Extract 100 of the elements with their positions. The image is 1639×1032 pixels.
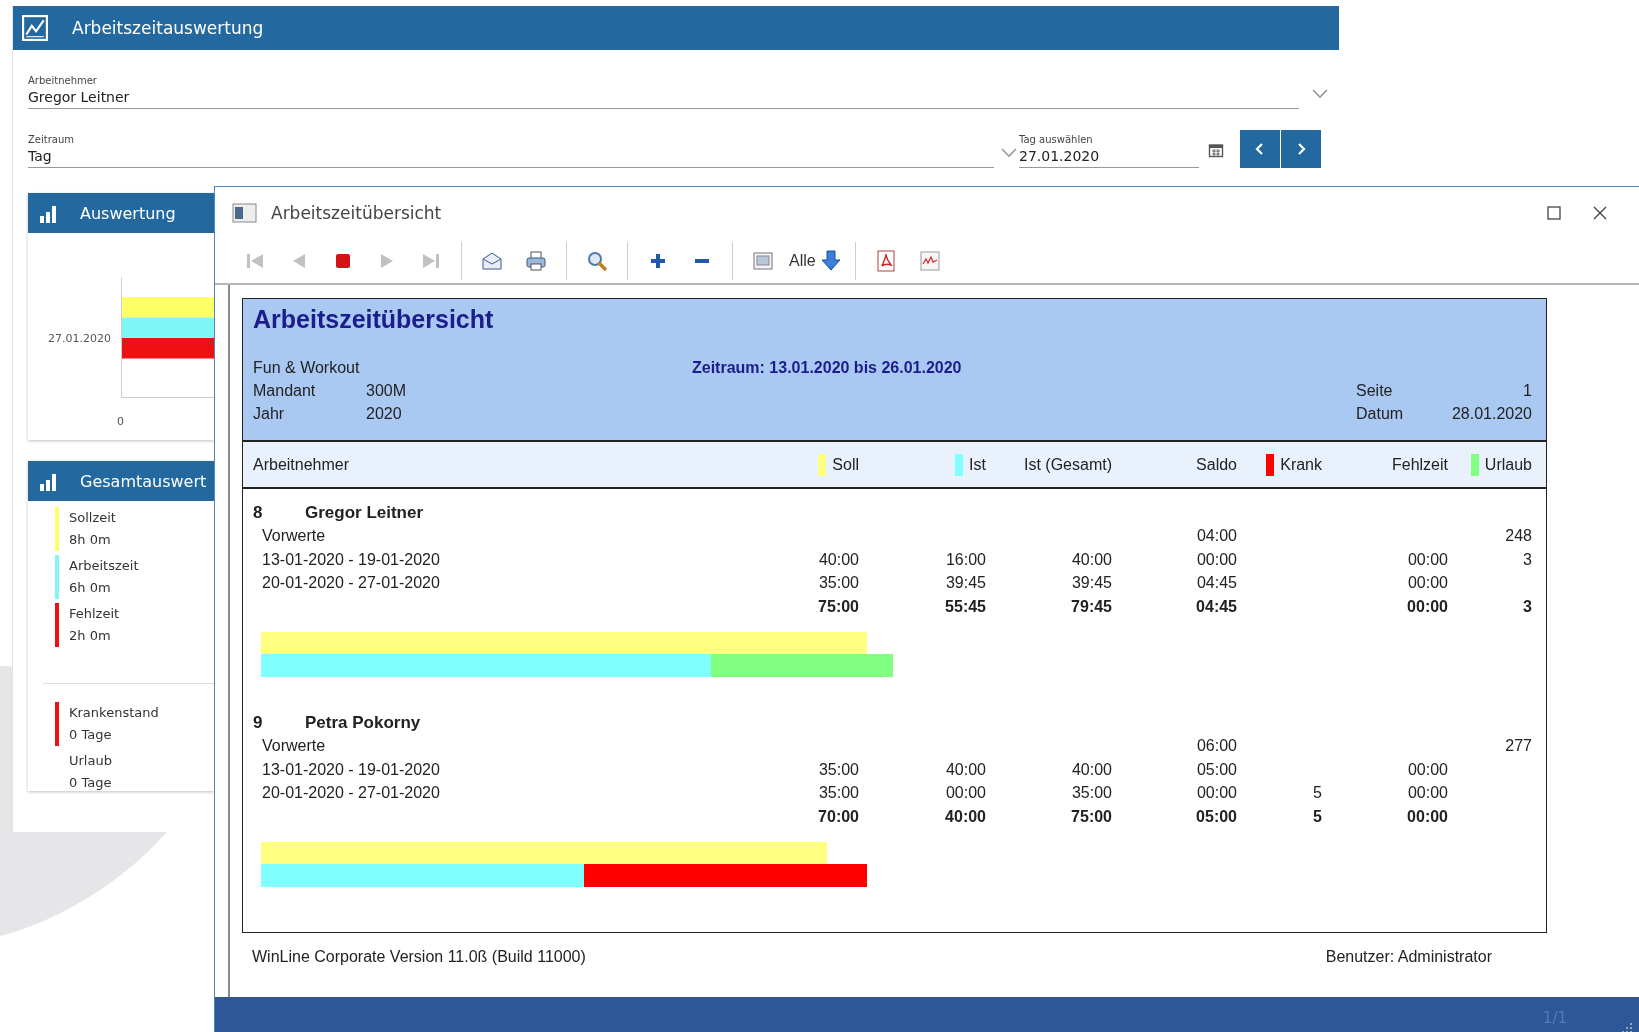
line-chart-icon[interactable]	[917, 249, 942, 273]
column-header: Fehlzeit	[1391, 455, 1448, 474]
window-icon	[232, 202, 257, 224]
version-text: WinLine Corporate Version 11.0ß (Build 11000)	[252, 948, 586, 966]
row-label: 13-01-2020 - 19-01-2020	[262, 550, 440, 568]
table-cell: 70:00	[818, 807, 859, 825]
table-cell: 75:00	[1071, 807, 1112, 825]
axis-label: 27.01.2020	[47, 330, 112, 347]
table-cell: 35:00	[818, 760, 859, 778]
report-title: Arbeitszeitübersicht	[253, 304, 495, 335]
meta-label: Jahr	[253, 404, 286, 424]
arrow-down-icon	[818, 249, 843, 273]
table-cell: 40:00	[1071, 760, 1112, 778]
meta-value: 28.01.2020	[1451, 404, 1532, 424]
legend-value: 8h 0m	[69, 531, 112, 549]
maximize-button[interactable]	[1547, 206, 1561, 220]
meta-value: 300M	[366, 381, 407, 401]
row-label: 13-01-2020 - 19-01-2020	[262, 760, 440, 778]
table-cell: 75:00	[818, 597, 859, 615]
employee-dropdown[interactable]: Arbeitnehmer Gregor Leitner	[28, 74, 1299, 109]
column-header: Krank	[1280, 455, 1322, 474]
table-cell: 00:00	[1407, 597, 1448, 615]
table-cell: 04:00	[1196, 527, 1237, 544]
date-field[interactable]: Tag auswählen 27.01.2020	[1019, 133, 1199, 168]
table-cell: 00:00	[1407, 550, 1448, 568]
filter-button[interactable]: Alle	[789, 246, 843, 276]
column-header: Arbeitnehmer	[253, 455, 351, 474]
table-cell: 05:00	[1196, 760, 1237, 778]
employee-number: 8	[253, 502, 264, 524]
table-cell: 06:00	[1196, 737, 1237, 754]
table-cell: 5	[1313, 807, 1322, 825]
table-cell: 39:45	[1071, 574, 1112, 591]
column-header: Urlaub	[1484, 455, 1532, 474]
table-cell: 35:00	[818, 784, 859, 801]
table-cell: 40:00	[1071, 550, 1112, 568]
table-cell: 05:00	[1196, 807, 1237, 825]
table-cell: 00:00	[1196, 784, 1237, 801]
period-dropdown[interactable]: Zeitraum Tag	[28, 133, 994, 168]
table-cell: 16:00	[945, 550, 986, 568]
legend-label: Fehlzeit	[69, 605, 120, 623]
close-icon	[1593, 206, 1607, 220]
printer-icon[interactable]	[524, 249, 548, 273]
table-cell: 04:45	[1196, 597, 1237, 615]
card-title: Auswertung	[80, 203, 176, 223]
next-day-button[interactable]	[1281, 130, 1321, 168]
table-cell: 277	[1505, 737, 1532, 754]
table-cell: 40:00	[818, 550, 859, 568]
meta-value: 1	[1523, 381, 1532, 401]
table-cell: 79:45	[1071, 597, 1112, 615]
axis-tick: 0	[117, 414, 124, 428]
legend-value: 0 Tage	[69, 774, 112, 792]
table-cell: 00:00	[1407, 760, 1448, 778]
meta-label: Datum	[1356, 404, 1404, 424]
table-cell: 35:00	[1071, 784, 1112, 801]
picture-icon[interactable]	[751, 249, 775, 273]
employee-name: Petra Pokorny	[305, 712, 421, 734]
column-header: Saldo	[1196, 455, 1237, 474]
row-label: 20-01-2020 - 27-01-2020	[262, 574, 440, 591]
search-icon[interactable]	[585, 249, 609, 273]
previous-day-button[interactable]	[1240, 130, 1280, 168]
meta-label: Mandant	[253, 381, 317, 401]
meta-value: 2020	[366, 404, 402, 424]
row-label: 20-01-2020 - 27-01-2020	[262, 784, 440, 801]
table-cell: 248	[1505, 527, 1532, 544]
employee-number: 9	[253, 712, 264, 734]
table-cell: 35:00	[818, 574, 859, 591]
column-header: Ist	[969, 455, 986, 474]
legend-label: Sollzeit	[69, 509, 116, 527]
meta-label: Seite	[1356, 381, 1393, 401]
window-title: Arbeitszeitübersicht	[271, 203, 443, 223]
chevron-right-icon	[1296, 142, 1306, 156]
legend-value: 6h 0m	[69, 579, 112, 597]
table-cell: 39:45	[945, 574, 986, 591]
user-text: Benutzer: Administrator	[1325, 948, 1492, 966]
table-cell: 3	[1523, 597, 1532, 615]
legend-value: 0 Tage	[69, 726, 113, 744]
resize-grip-icon[interactable]	[1621, 1022, 1633, 1032]
calendar-icon[interactable]	[1208, 142, 1224, 158]
table-cell: 00:00	[1196, 550, 1237, 568]
app-title: Arbeitszeitauswertung	[72, 18, 264, 38]
legend-value: 2h 0m	[69, 627, 112, 645]
company-name: Fun & Workout	[253, 358, 361, 378]
table-cell: 40:00	[945, 807, 986, 825]
legend-label: Krankenstand	[69, 704, 159, 722]
table-cell: 00:00	[1407, 784, 1448, 801]
chevron-left-icon	[1255, 142, 1265, 156]
table-cell: 55:45	[945, 597, 986, 615]
close-button[interactable]	[1593, 206, 1607, 220]
bar-chart-icon	[38, 471, 58, 491]
row-label: Vorwerte	[262, 527, 326, 544]
bar-chart-icon	[38, 203, 58, 223]
table-cell: 5	[1313, 784, 1322, 801]
line-chart-icon	[22, 15, 48, 41]
legend-label: Urlaub	[69, 752, 112, 770]
legend-label: Arbeitszeit	[69, 557, 139, 575]
column-header: Ist (Gesamt)	[1024, 455, 1112, 474]
employee-name: Gregor Leitner	[305, 502, 424, 524]
row-label: Vorwerte	[262, 737, 326, 754]
card-title: Gesamtauswert	[80, 471, 207, 491]
table-cell: 40:00	[945, 760, 986, 778]
